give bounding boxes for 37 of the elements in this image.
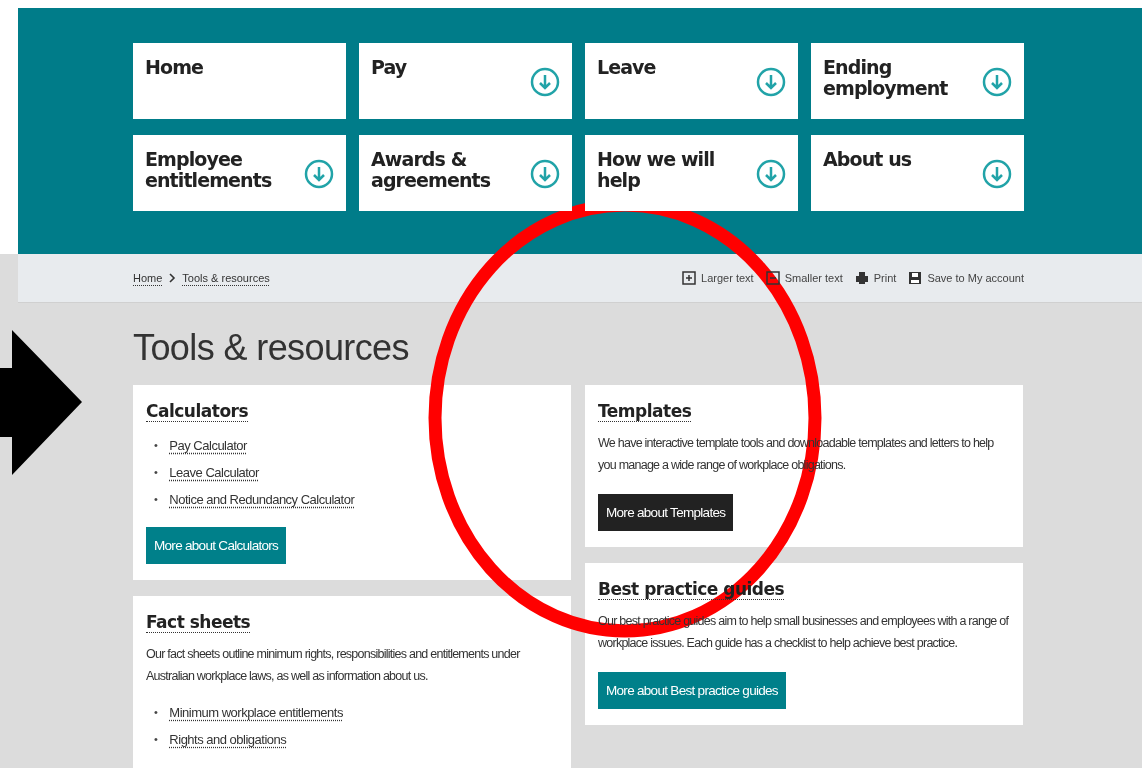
nav-tile[interactable]: About us: [811, 135, 1024, 211]
nav-tile[interactable]: Awards & agreements: [359, 135, 572, 211]
page-title: Tools & resources: [133, 327, 409, 369]
card-heading[interactable]: Templates: [598, 401, 692, 422]
nav-tile[interactable]: Employee entitlements: [133, 135, 346, 211]
card-heading[interactable]: Calculators: [146, 401, 249, 422]
bullet: •: [154, 732, 158, 747]
printer-icon: [854, 271, 869, 285]
resource-link[interactable]: Rights and obligations: [169, 726, 287, 753]
minus-icon: [765, 271, 780, 285]
bullet: •: [154, 705, 158, 720]
breadcrumb-link[interactable]: Tools & resources: [182, 272, 270, 284]
more-button[interactable]: More about Templates: [598, 494, 734, 531]
page-tool-link[interactable]: Smaller text: [784, 272, 843, 284]
bullet: •: [154, 465, 158, 480]
breadcrumb-link[interactable]: Home: [133, 272, 163, 284]
card-heading[interactable]: Fact sheets: [146, 612, 251, 633]
more-button[interactable]: More about Best practice guides: [598, 672, 786, 709]
nav-tile[interactable]: Ending employment: [811, 43, 1024, 119]
chevron-icon: [168, 273, 177, 283]
page-tool-link[interactable]: Print: [873, 272, 897, 284]
arrow-icon: [0, 330, 82, 475]
page-tool-link[interactable]: Save to My account: [927, 272, 1024, 284]
nav-tile[interactable]: Leave: [585, 43, 798, 119]
resource-link[interactable]: Notice and Redundancy Calculator: [169, 486, 355, 513]
resource-link[interactable]: Minimum workplace entitlements: [169, 699, 343, 726]
bullet: •: [154, 492, 158, 507]
plus-icon: [682, 271, 697, 285]
nav-tile[interactable]: Home: [133, 43, 346, 119]
nav-tile[interactable]: Pay: [359, 43, 572, 119]
more-button[interactable]: More about Calculators: [146, 527, 287, 564]
resource-link[interactable]: Pay Calculator: [169, 432, 247, 459]
resource-link[interactable]: Leave Calculator: [169, 459, 259, 486]
card-description: Our fact sheets outline minimum rights, responsibilities and entitlements under Australian workplace laws, as well as information about us.: [146, 646, 522, 685]
nav-tile[interactable]: How we will help: [585, 135, 798, 211]
page-tool-link[interactable]: Larger text: [701, 272, 754, 284]
bullet: •: [154, 438, 158, 453]
